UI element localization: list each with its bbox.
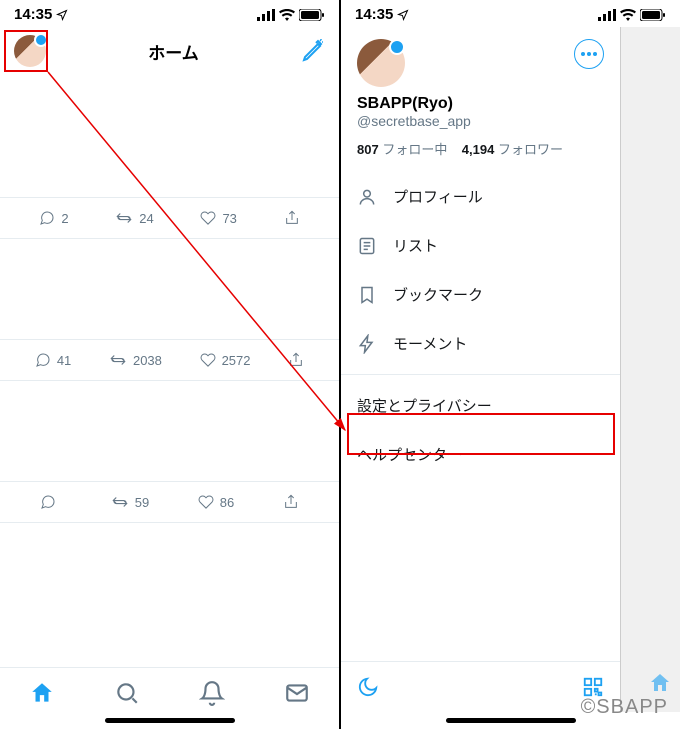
tab-bar xyxy=(0,667,339,712)
drawer-overlay[interactable] xyxy=(621,27,680,712)
like-button[interactable]: 86 xyxy=(198,494,234,510)
tweet-actions-row: 2 24 73 xyxy=(0,197,339,239)
reply-icon xyxy=(35,352,51,368)
compose-icon[interactable] xyxy=(301,39,325,63)
reply-button[interactable] xyxy=(40,494,62,510)
moon-icon[interactable] xyxy=(357,676,379,698)
divider xyxy=(341,374,620,375)
accounts-more-button[interactable] xyxy=(574,39,604,69)
share-icon xyxy=(288,352,304,368)
tweet-actions-row: 59 86 xyxy=(0,481,339,523)
status-bar: 14:35 xyxy=(341,0,680,27)
page-title: ホーム xyxy=(148,39,199,64)
profile-name: SBAPP(Ryo) xyxy=(341,95,620,113)
timeline[interactable]: 2 24 73 xyxy=(0,77,339,667)
search-tab-icon[interactable] xyxy=(114,680,140,706)
share-button[interactable] xyxy=(283,494,299,510)
like-button[interactable]: 2572 xyxy=(200,352,251,368)
wifi-icon xyxy=(279,9,295,21)
person-icon xyxy=(357,187,377,207)
status-time: 14:35 xyxy=(14,6,52,23)
heart-icon xyxy=(198,494,214,510)
status-time: 14:35 xyxy=(355,6,393,23)
cellular-icon xyxy=(598,9,616,21)
drawer-screen: 14:35 SBAPP(Ryo) @secretbase_app xyxy=(341,0,680,729)
retweet-button[interactable]: 2038 xyxy=(109,352,162,368)
location-icon xyxy=(56,9,68,21)
retweet-icon xyxy=(115,210,133,226)
retweet-icon xyxy=(109,352,127,368)
watermark: ©SBAPP xyxy=(581,696,668,719)
bookmark-icon xyxy=(357,285,377,305)
location-icon xyxy=(397,9,409,21)
home-indicator xyxy=(105,718,235,723)
like-button[interactable]: 73 xyxy=(200,210,236,226)
messages-tab-icon[interactable] xyxy=(284,680,310,706)
menu-profile[interactable]: プロフィール xyxy=(341,172,620,221)
share-button[interactable] xyxy=(288,352,304,368)
battery-icon xyxy=(640,9,666,21)
retweet-button[interactable]: 59 xyxy=(111,494,149,510)
follow-stats[interactable]: 807 フォロー中 4,194 フォロワー xyxy=(341,139,620,172)
dots-icon xyxy=(581,52,597,56)
profile-avatar-button[interactable] xyxy=(14,35,46,67)
menu-help[interactable]: ヘルプセンター xyxy=(341,430,620,479)
drawer-avatar[interactable] xyxy=(357,39,405,87)
reply-button[interactable]: 41 xyxy=(35,352,71,368)
retweet-icon xyxy=(111,494,129,510)
share-icon xyxy=(283,494,299,510)
menu-bookmarks[interactable]: ブックマーク xyxy=(341,270,620,319)
list-icon xyxy=(357,236,377,256)
home-tab-icon xyxy=(648,671,672,695)
home-indicator xyxy=(446,718,576,723)
heart-icon xyxy=(200,210,216,226)
lightning-icon xyxy=(357,334,377,354)
home-header: ホーム xyxy=(0,27,339,77)
retweet-button[interactable]: 24 xyxy=(115,210,153,226)
side-drawer: SBAPP(Ryo) @secretbase_app 807 フォロー中 4,1… xyxy=(341,27,621,712)
heart-icon xyxy=(200,352,216,368)
reply-button[interactable]: 2 xyxy=(39,210,68,226)
background-tabbar-peek xyxy=(604,671,672,695)
notifications-tab-icon[interactable] xyxy=(199,680,225,706)
menu-lists[interactable]: リスト xyxy=(341,221,620,270)
home-screen: 14:35 ホーム 2 xyxy=(0,0,341,729)
battery-icon xyxy=(299,9,325,21)
reply-icon xyxy=(39,210,55,226)
tweet-actions-row: 41 2038 2572 xyxy=(0,339,339,381)
menu-settings[interactable]: 設定とプライバシー xyxy=(341,381,620,430)
wifi-icon xyxy=(620,9,636,21)
share-button[interactable] xyxy=(284,210,300,226)
menu-moments[interactable]: モーメント xyxy=(341,319,620,368)
qr-icon[interactable] xyxy=(582,676,604,698)
profile-handle: @secretbase_app xyxy=(341,113,620,139)
share-icon xyxy=(284,210,300,226)
cellular-icon xyxy=(257,9,275,21)
home-tab-icon[interactable] xyxy=(29,680,55,706)
reply-icon xyxy=(40,494,56,510)
status-bar: 14:35 xyxy=(0,0,339,27)
